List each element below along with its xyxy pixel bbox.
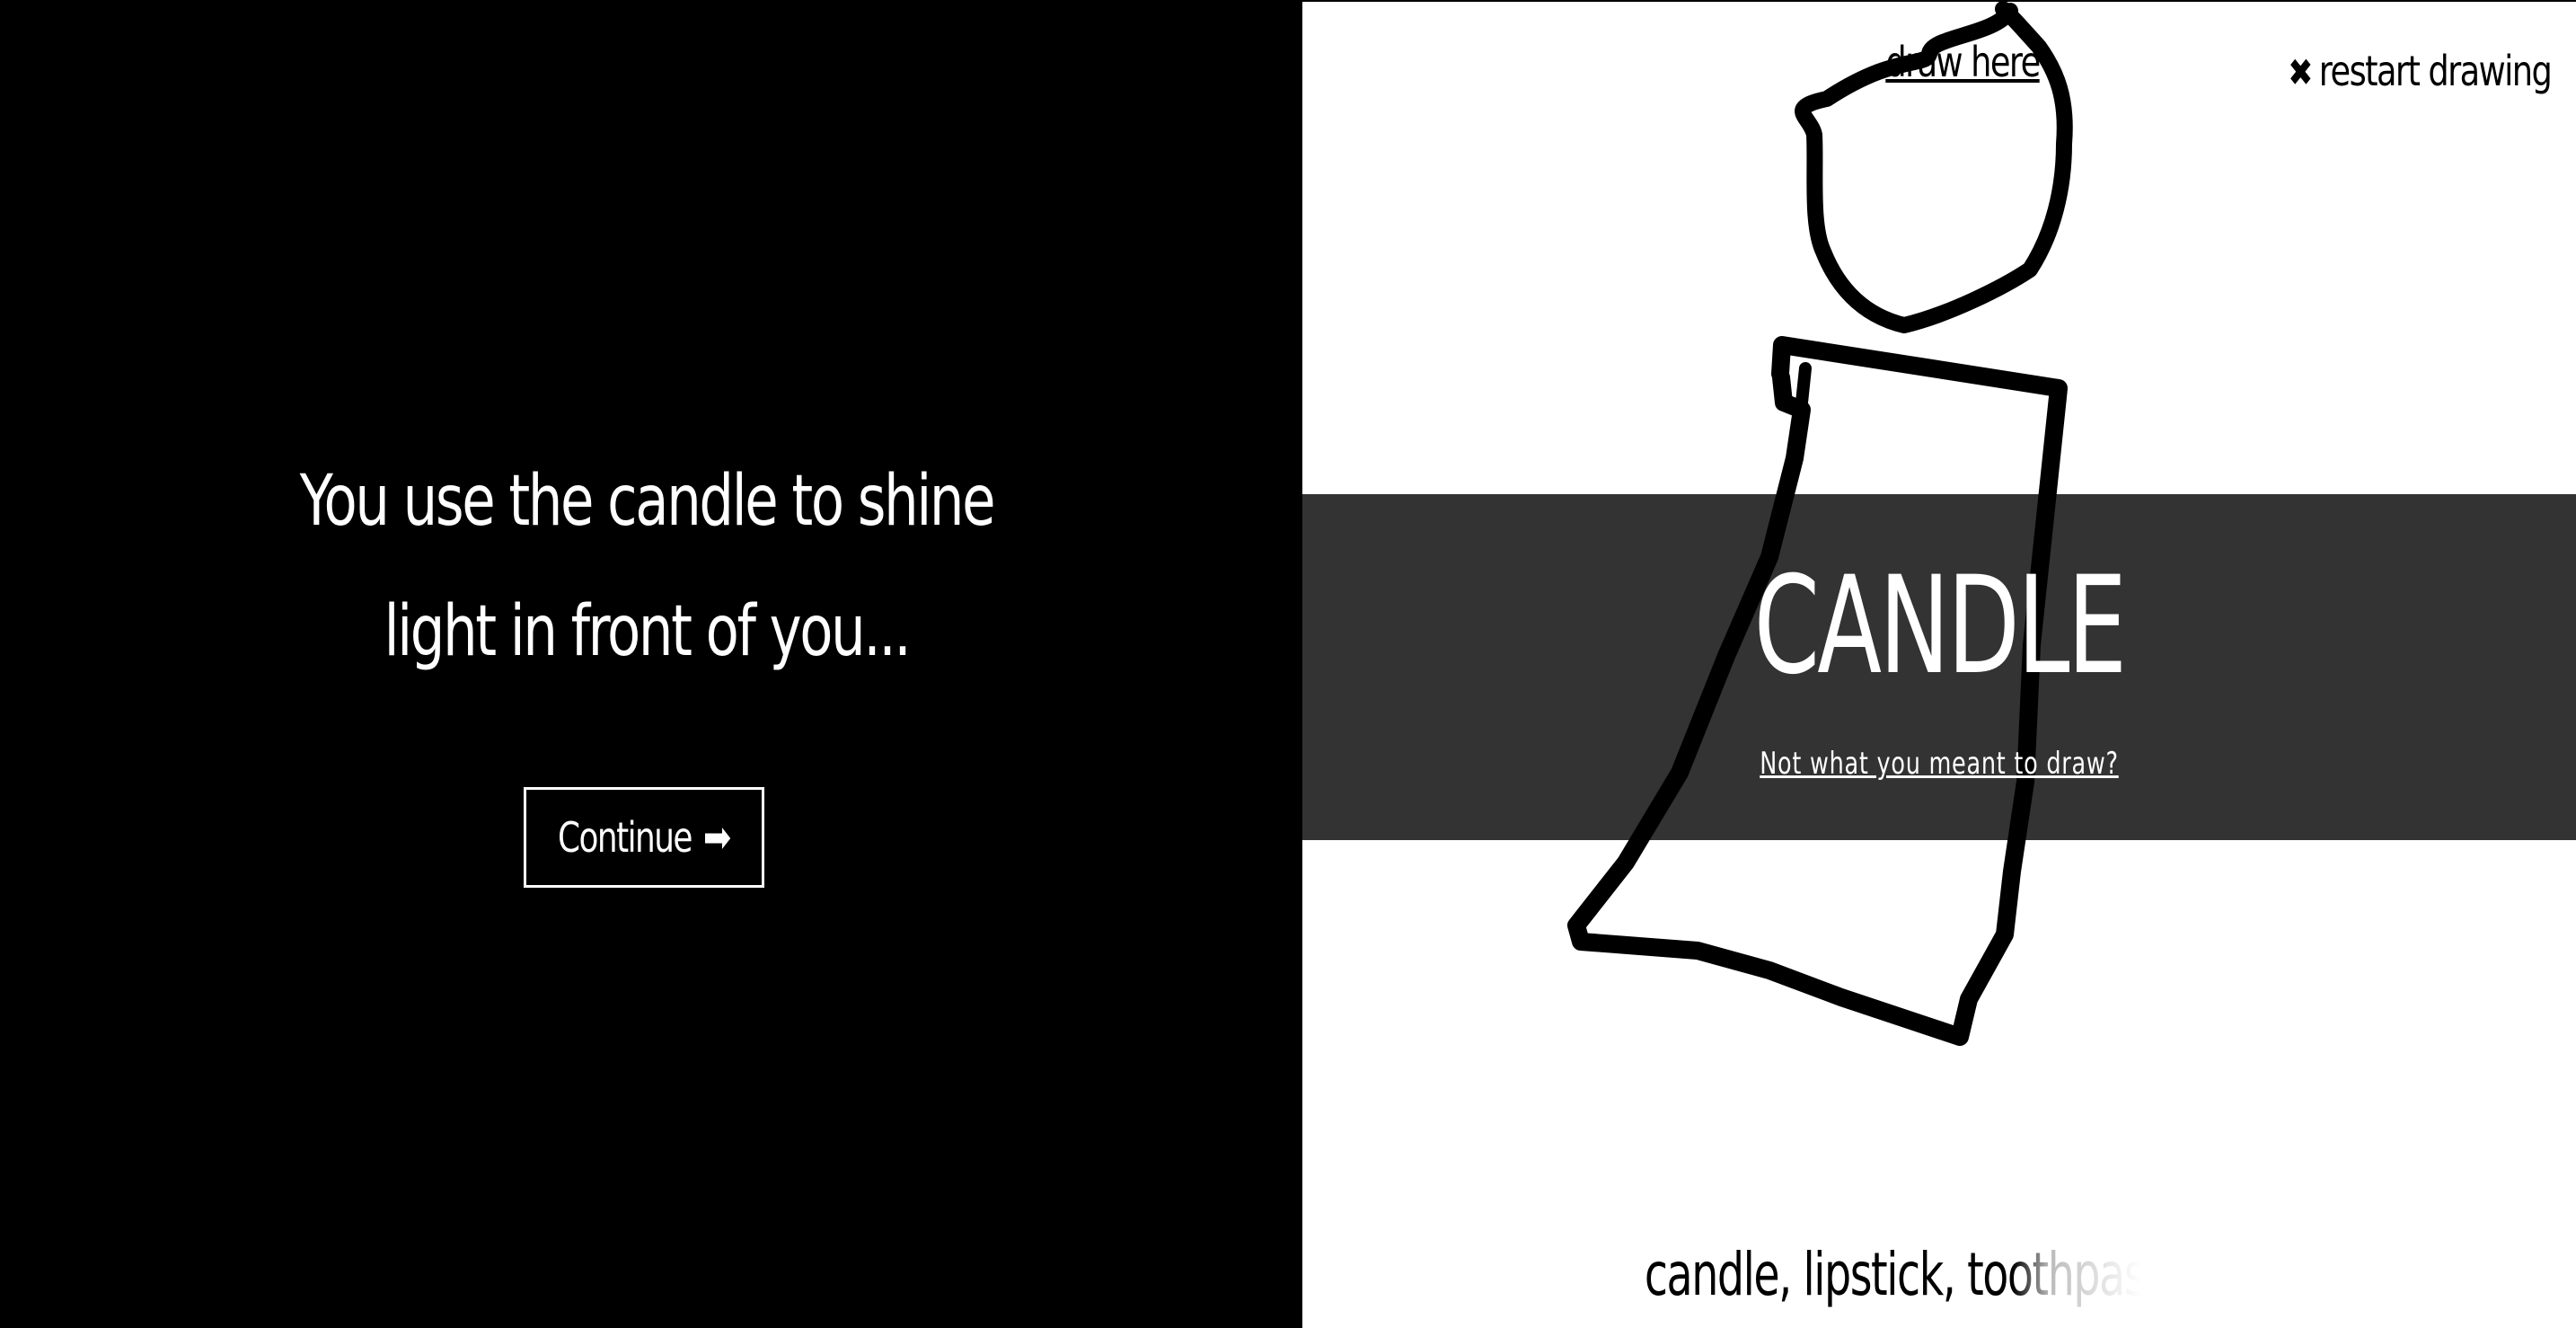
drawing-panel: draw here ✖ restart drawing CANDLE Not wh…	[1302, 0, 2576, 1328]
story-line-2: light in front of you...	[384, 591, 912, 672]
story-text: You use the candle to shine light in fro…	[142, 437, 1151, 697]
right-arrow-icon: ➡	[703, 812, 731, 863]
candle-inner-stroke	[1795, 362, 1812, 409]
draw-here-link[interactable]: draw here	[1883, 38, 2042, 86]
not-what-you-meant-link[interactable]: Not what you meant to draw?	[1461, 746, 2417, 782]
story-line-1: You use the candle to shine	[299, 461, 996, 542]
restart-drawing-button[interactable]: ✖ restart drawing	[2288, 47, 2553, 95]
close-icon: ✖	[2288, 50, 2313, 94]
story-panel: You use the candle to shine light in fro…	[0, 0, 1302, 1328]
continue-label: Continue ➡	[558, 812, 731, 863]
restart-drawing-label: restart drawing	[2318, 47, 2553, 95]
continue-button[interactable]: Continue ➡	[524, 787, 764, 888]
continue-label-text: Continue	[558, 813, 693, 862]
guess-word: CANDLE	[1753, 548, 2127, 704]
suggestions-list: candle, lipstick, toothpaste, v	[1481, 1240, 2398, 1309]
